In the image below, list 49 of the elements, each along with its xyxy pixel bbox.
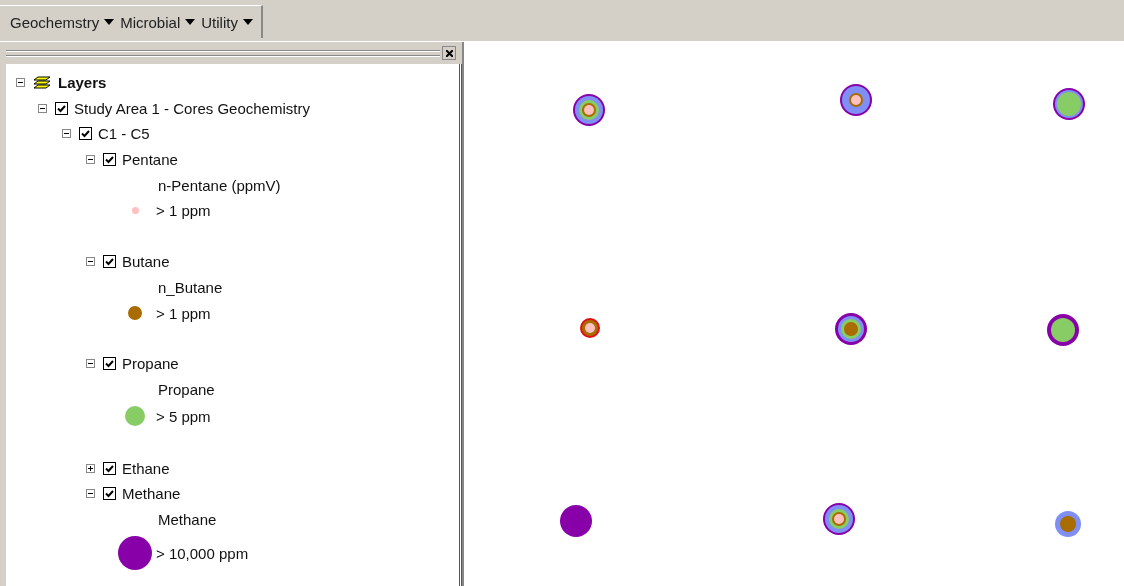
field-label: Propane [158,381,215,399]
legend-label: > 5 ppm [156,407,211,425]
checkbox[interactable] [103,357,116,371]
checkbox[interactable] [103,153,116,167]
menu-item[interactable]: Geochemstry [8,13,119,31]
collapse-toggle[interactable] [86,257,95,267]
collapse-toggle[interactable] [16,78,25,88]
sample-site-marker [840,84,872,116]
field-label: Methane [158,510,217,528]
collapse-toggle[interactable] [86,463,95,473]
legend-label: > 1 ppm [156,202,211,220]
tree-label[interactable]: Study Area 1 - Cores Geochemistry [74,99,310,117]
tree-label[interactable]: Layers [58,74,107,92]
sample-site-marker [560,505,592,537]
close-icon [445,49,453,57]
collapse-toggle[interactable] [86,489,95,499]
collapse-toggle[interactable] [62,129,71,139]
tree-label[interactable]: Propane [122,355,179,373]
collapse-toggle[interactable] [86,155,95,165]
sample-site-marker [580,318,600,338]
checkbox[interactable] [79,127,92,141]
menu-item[interactable]: Microbial [118,13,200,31]
caret-icon [242,19,253,25]
sample-site-marker [1047,314,1079,346]
sample-site-marker [573,94,605,126]
field-label: n-Pentane (ppmV) [158,176,281,194]
tree-label[interactable]: Butane [122,253,170,271]
sample-site-marker [1053,88,1085,120]
sample-site-marker [1055,511,1081,537]
checkbox[interactable] [55,101,68,115]
tree-label[interactable]: C1 - C5 [98,125,150,143]
legend-label: > 1 ppm [156,304,211,322]
checkbox[interactable] [103,255,116,269]
checkbox[interactable] [103,487,116,501]
caret-icon [104,19,115,25]
checkbox[interactable] [103,461,116,475]
legend-label: > 10,000 ppm [156,544,249,562]
sample-site-marker [835,313,867,345]
collapse-toggle[interactable] [86,359,95,369]
layers-icon [33,75,51,90]
sample-site-marker [823,503,855,535]
tree-label[interactable]: Ethane [122,459,170,477]
field-label: n_Butane [158,278,223,296]
close-button[interactable] [442,46,456,60]
collapse-toggle[interactable] [38,103,47,113]
caret-icon [185,19,196,25]
tree-label[interactable]: Methane [122,485,181,503]
tree-label[interactable]: Pentane [122,151,178,169]
menu-item[interactable]: Utility [199,13,257,31]
